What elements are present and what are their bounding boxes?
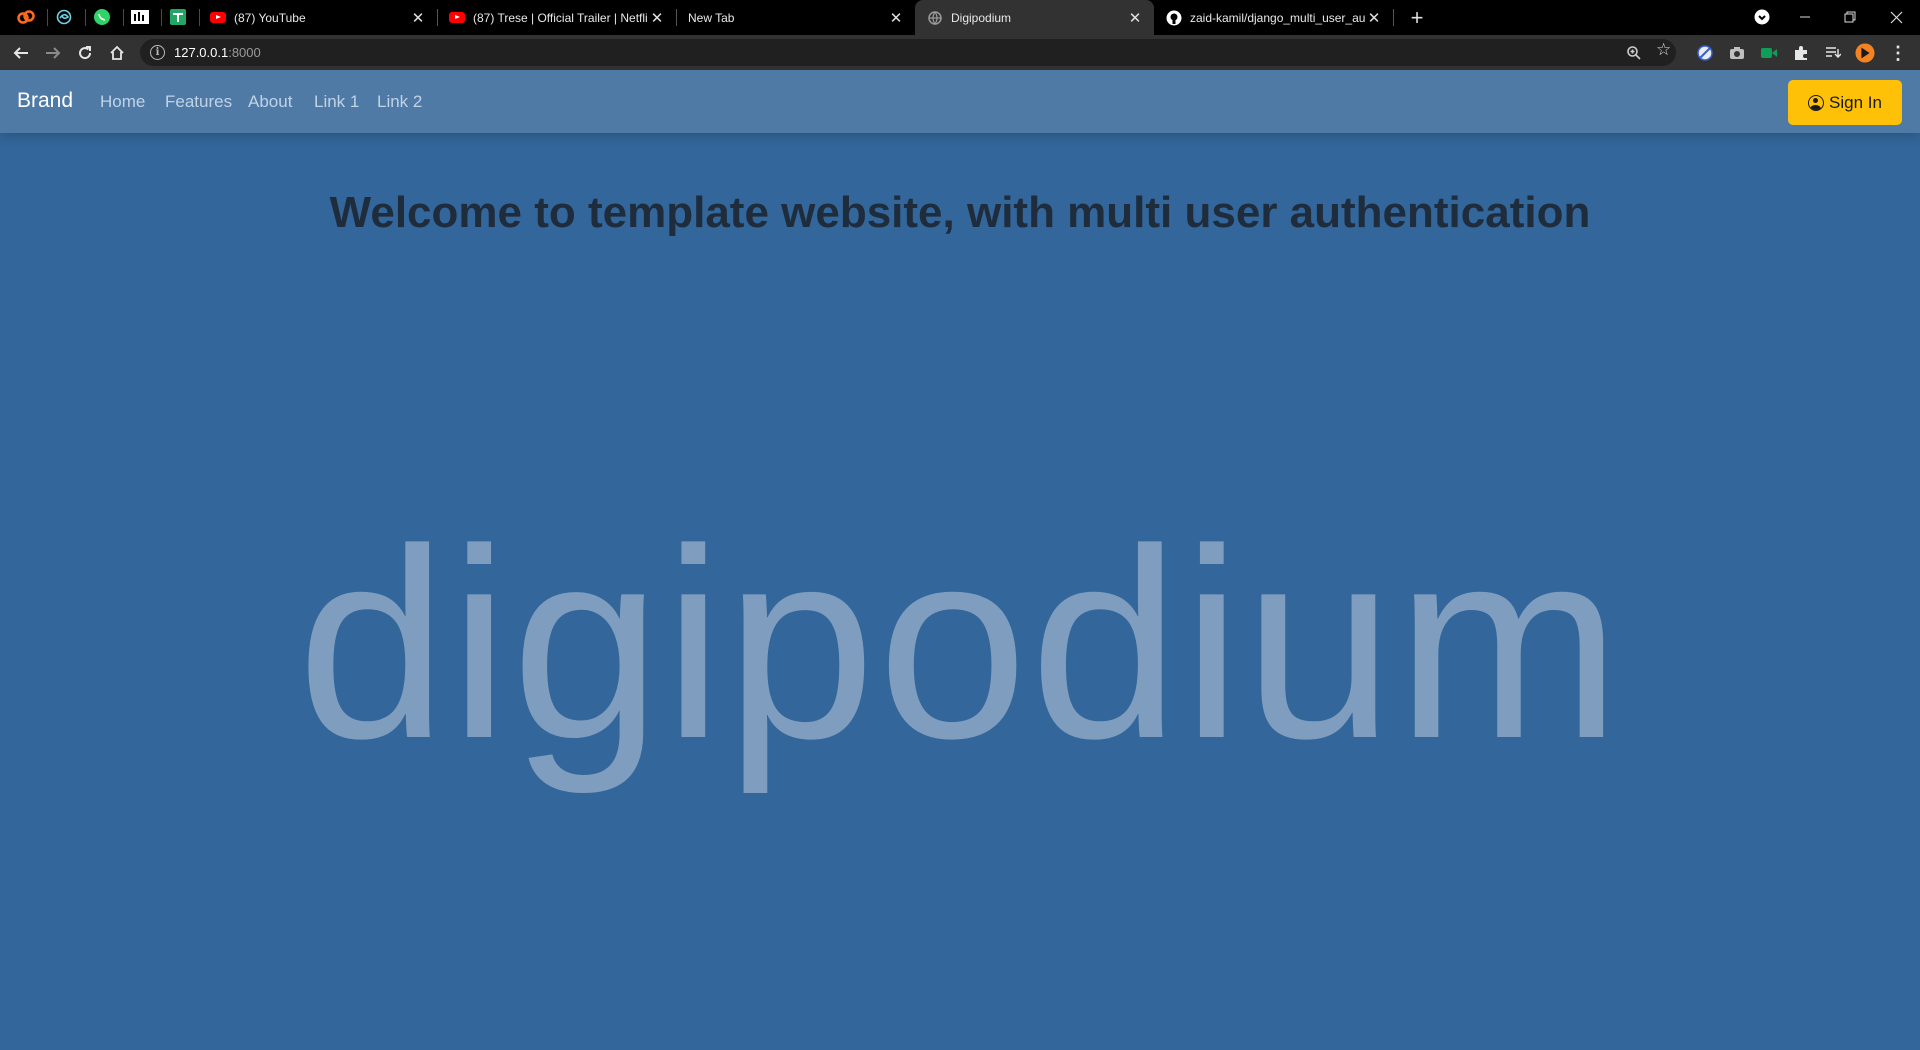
address-bar[interactable]: i 127.0.0.1:8000 ☆ [140,39,1676,66]
extension-camera-icon[interactable] [1727,43,1747,63]
sign-in-button[interactable]: Sign In [1788,80,1902,125]
address-url[interactable]: 127.0.0.1:8000 [174,45,261,60]
forward-arrow-icon[interactable] [39,39,67,67]
zoom-icon[interactable] [1626,42,1648,64]
tab-title: Digipodium [951,10,1012,25]
extension-blocker-icon[interactable] [1695,43,1715,63]
globe-icon [927,10,943,26]
youtube-icon [210,10,226,26]
tab-youtube[interactable]: (87) YouTube ✕ [198,0,437,35]
pinned-tab-sheets-icon[interactable] [166,6,190,28]
github-icon [1166,10,1182,26]
tab-close-icon[interactable]: ✕ [1126,9,1144,27]
tab-search-icon[interactable] [1742,2,1782,32]
pinned-tab-separator [85,9,86,26]
site-info-icon[interactable]: i [150,45,165,60]
user-circle-icon [1808,94,1825,111]
home-icon[interactable] [103,39,131,67]
nav-link-features[interactable]: Features [165,92,232,112]
extension-video-icon[interactable] [1759,43,1779,63]
nav-link-link-2[interactable]: Link 2 [377,92,422,112]
tab-title: New Tab [688,10,735,25]
tab-close-icon[interactable]: ✕ [409,9,427,27]
extensions-puzzle-icon[interactable] [1791,43,1811,63]
pinned-tab-separator [47,9,48,26]
navbar-brand[interactable]: Brand [17,89,73,113]
pinned-tab-separator [161,9,162,26]
url-host: 127.0.0.1 [174,45,229,60]
pinned-tab-monday-icon[interactable] [128,6,152,28]
profile-avatar-icon[interactable] [1855,43,1875,63]
back-arrow-icon[interactable] [7,39,35,67]
nav-link-about[interactable]: About [248,92,292,112]
pinned-tab-separator [123,9,124,26]
youtube-icon [449,10,465,26]
pinned-tab-creator-icon[interactable] [14,6,38,28]
tab-title: zaid-kamil/django_multi_user_authenticat… [1190,10,1365,25]
browser-tab-strip: (87) YouTube ✕ (87) Trese | Official Tra… [0,0,1920,35]
restore-icon[interactable] [1830,2,1870,32]
pinned-tab-whatsapp-icon[interactable] [90,6,114,28]
reading-list-icon[interactable] [1823,43,1843,63]
nav-link-home[interactable]: Home [100,92,145,112]
tab-title: (87) Trese | Official Trailer | Netflix [473,10,648,25]
minimize-icon[interactable] [1785,2,1825,32]
bookmark-star-icon[interactable]: ☆ [1656,40,1671,60]
tab-separator [1393,9,1394,26]
url-port: :8000 [228,45,261,60]
web-page: Brand Home Features About Link 1 Link 2 … [0,70,1920,1050]
tab-trese-trailer[interactable]: (87) Trese | Official Trailer | Netflix … [437,0,676,35]
tab-close-icon[interactable]: ✕ [887,9,905,27]
pinned-tab-swirl-icon[interactable] [52,6,76,28]
welcome-heading: Welcome to template website, with multi … [329,188,1591,237]
tab-title: (87) YouTube [234,10,306,25]
tab-digipodium[interactable]: Digipodium ✕ [915,0,1154,35]
new-tab-plus-icon[interactable]: + [1404,5,1430,31]
tab-close-icon[interactable]: ✕ [1365,9,1383,27]
sign-in-label: Sign In [1829,92,1882,112]
close-window-icon[interactable] [1876,2,1916,32]
tab-close-icon[interactable]: ✕ [648,9,666,27]
browser-menu-icon[interactable]: ⋮ [1888,43,1908,63]
nav-link-link-1[interactable]: Link 1 [314,92,359,112]
browser-toolbar: i 127.0.0.1:8000 ☆ ⋮ [0,35,1920,70]
tab-new-tab[interactable]: New Tab ✕ [676,0,915,35]
digipodium-logo: digipodium [297,494,1623,795]
site-navbar: Brand Home Features About Link 1 Link 2 … [0,70,1920,133]
tab-github-repo[interactable]: zaid-kamil/django_multi_user_authenticat… [1154,0,1393,35]
reload-icon[interactable] [71,39,99,67]
